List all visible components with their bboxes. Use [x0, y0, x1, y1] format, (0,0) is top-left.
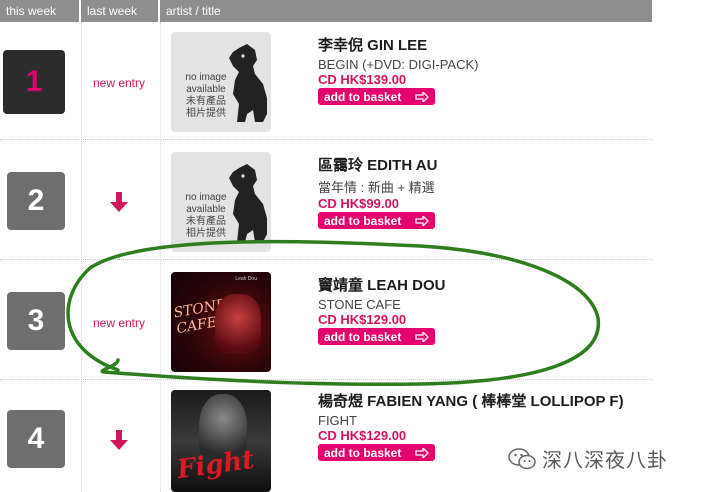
item-info: 區靄玲 EDITH AU 當年情 : 新曲 + 精選 CD HK$99.00 a… [318, 154, 437, 230]
no-image-label: no image available 未有產品 相片提供 [185, 72, 227, 119]
artist-name[interactable]: 李幸倪 GIN LEE [318, 34, 478, 55]
item-info: 李幸倪 GIN LEE BEGIN (+DVD: DIGI-PACK) CD H… [318, 34, 478, 106]
album-cover[interactable]: Leah Dou STONE CAFE [171, 272, 271, 372]
header-last-week: last week [81, 0, 158, 22]
price: CD HK$129.00 [318, 428, 407, 443]
no-image-label: no image available 未有產品 相片提供 [185, 192, 227, 239]
album-title[interactable]: 當年情 : 新曲 + 精選 [318, 177, 437, 196]
last-week-status: new entry [82, 314, 156, 332]
arrow-right-icon [415, 331, 429, 342]
cover-small-text: Leah Dou [235, 276, 257, 282]
rank-badge: 1 [3, 50, 65, 114]
chart-header: this week last week artist / title [0, 0, 652, 22]
artist-name[interactable]: 竇靖童 LEAH DOU [318, 274, 446, 295]
album-title[interactable]: FIGHT [318, 413, 624, 428]
artist-name[interactable]: 區靄玲 EDITH AU [318, 154, 437, 175]
dog-logo-icon [229, 164, 267, 242]
add-to-basket-button[interactable]: add to basket [318, 88, 435, 105]
rank-badge: 3 [7, 292, 65, 350]
price: CD HK$99.00 [318, 196, 399, 211]
arrow-down-icon [110, 430, 128, 450]
new-entry-label: new entry [92, 76, 146, 90]
cover-placeholder[interactable]: no image available 未有產品 相片提供 [171, 152, 271, 252]
item-info: 竇靖童 LEAH DOU STONE CAFE CD HK$129.00 add… [318, 274, 446, 346]
rank-badge: 4 [7, 410, 65, 468]
wechat-icon [508, 447, 536, 469]
cover-title-text: STONE CAFE [172, 296, 228, 338]
new-entry-label: new entry [92, 316, 146, 330]
album-cover[interactable]: Fight [171, 390, 271, 492]
album-title[interactable]: BEGIN (+DVD: DIGI-PACK) [318, 57, 478, 72]
watermark: 深八深夜八卦 [508, 444, 668, 473]
chart-row-2: 2 no image available 未有產品 相片提供 區靄玲 EDITH… [0, 142, 652, 260]
header-artist-title: artist / title [160, 0, 652, 22]
add-to-basket-button[interactable]: add to basket [318, 212, 435, 229]
add-to-basket-button[interactable]: add to basket [318, 328, 435, 345]
cover-portrait [215, 294, 261, 354]
add-to-basket-button[interactable]: add to basket [318, 444, 435, 461]
album-title[interactable]: STONE CAFE [318, 297, 446, 312]
last-week-status [82, 192, 156, 217]
arrow-right-icon [415, 91, 429, 102]
cover-placeholder[interactable]: no image available 未有產品 相片提供 [171, 32, 271, 132]
arrow-right-icon [415, 447, 429, 458]
dog-logo-icon [229, 44, 267, 122]
last-week-status: new entry [82, 74, 156, 92]
cover-title-text: Fight [175, 444, 257, 486]
arrow-down-icon [110, 192, 128, 212]
rank-badge: 2 [7, 172, 65, 230]
watermark-text: 深八深夜八卦 [542, 450, 668, 472]
chart-row-3: 3 new entry Leah Dou STONE CAFE 竇靖童 LEAH… [0, 262, 652, 380]
header-this-week: this week [0, 0, 79, 22]
chart-row-1: 1 new entry no image available 未有產品 相片提供… [0, 22, 652, 140]
price: CD HK$139.00 [318, 72, 407, 87]
price: CD HK$129.00 [318, 312, 407, 327]
chart-row-4: 4 Fight 楊奇煜 FABIEN YANG ( 棒棒堂 LOLLIPOP F… [0, 382, 652, 492]
artist-name[interactable]: 楊奇煜 FABIEN YANG ( 棒棒堂 LOLLIPOP F) [318, 390, 624, 411]
arrow-right-icon [415, 215, 429, 226]
last-week-status [82, 430, 156, 455]
